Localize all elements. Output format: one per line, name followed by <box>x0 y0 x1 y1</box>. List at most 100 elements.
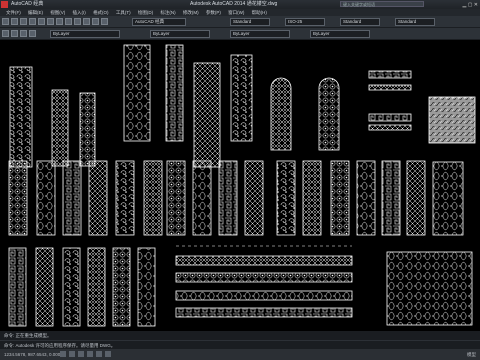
border-strip <box>368 70 412 79</box>
middle-panel <box>330 160 350 236</box>
middle-panel <box>192 160 212 236</box>
menu-edit[interactable]: 编辑(E) <box>28 10 43 15</box>
top-panel <box>123 44 151 142</box>
color-dropdown[interactable]: ByLayer <box>150 30 210 38</box>
autocad-window: AutoCAD 经典 Autodesk AutoCAD 2014 通花镂空.dw… <box>0 0 480 360</box>
middle-panel <box>218 160 238 236</box>
workspace-label[interactable]: AutoCAD 经典 <box>11 0 43 9</box>
search-input[interactable]: 键入关键字或短语 <box>340 1 424 7</box>
menu-draw[interactable]: 绘图(D) <box>138 10 153 15</box>
middle-panel <box>115 160 135 236</box>
bottom-panel <box>8 247 27 327</box>
open-icon[interactable] <box>11 18 18 25</box>
bottom-panel <box>35 247 54 327</box>
toolbar-icons <box>2 18 108 25</box>
layer-dropdown[interactable]: ByLayer <box>50 30 120 38</box>
bottom-panel <box>112 247 131 327</box>
drafting-toggles <box>60 351 111 357</box>
middle-panel <box>62 160 82 236</box>
frieze-strip <box>175 255 353 266</box>
status-bar: 1234.5678, 987.6543, 0.0000 模型 <box>0 349 480 360</box>
frieze-strip <box>175 290 353 301</box>
menu-file[interactable]: 文件(F) <box>6 10 21 15</box>
design-center-icon[interactable] <box>83 18 90 25</box>
mleader-style-dropdown[interactable]: Standard <box>395 18 435 26</box>
menu-tools[interactable]: 工具(T) <box>116 10 131 15</box>
menu-dimension[interactable]: 标注(N) <box>160 10 175 15</box>
middle-panel <box>166 160 186 236</box>
middle-panel <box>276 160 296 236</box>
middle-panel <box>143 160 163 236</box>
menu-parametric[interactable]: 参数(P) <box>206 10 221 15</box>
ortho-icon[interactable] <box>78 351 84 357</box>
lineweight-dropdown[interactable]: ByLayer <box>310 30 370 38</box>
layer-properties-icon[interactable] <box>2 30 9 37</box>
border-strip <box>368 84 412 91</box>
otrack-icon[interactable] <box>105 351 111 357</box>
properties-icon[interactable] <box>74 18 81 25</box>
bottom-panel <box>137 247 156 327</box>
new-icon[interactable] <box>2 18 9 25</box>
top-panel <box>79 92 96 167</box>
menu-format[interactable]: 格式(O) <box>93 10 109 15</box>
application-menu-button[interactable] <box>1 1 8 8</box>
command-history-line: 命令: 正在重生成模型。 <box>0 331 480 340</box>
top-panel <box>193 62 221 168</box>
border-strip <box>368 113 412 122</box>
window-title: Autodesk AutoCAD 2014 通花镂空.dwg <box>190 1 278 7</box>
layer-icons <box>2 30 36 37</box>
menu-view[interactable]: 视图(V) <box>50 10 65 15</box>
top-panel <box>9 66 33 168</box>
middle-panel <box>88 160 108 236</box>
top-panel <box>230 54 253 142</box>
pan-icon[interactable] <box>56 18 63 25</box>
redo-icon[interactable] <box>47 18 54 25</box>
layers-properties-toolbar: ByLayer ByLayer ByLayer ByLayer <box>0 28 480 40</box>
square-panel <box>428 96 476 144</box>
menu-help[interactable]: 帮助(H) <box>252 10 267 15</box>
bottom-panel <box>87 247 106 327</box>
middle-panel <box>8 160 28 236</box>
save-icon[interactable] <box>20 18 27 25</box>
drawing-area[interactable] <box>0 41 480 331</box>
middle-panel <box>356 160 376 236</box>
arched-panel <box>270 77 292 151</box>
linetype-dropdown[interactable]: ByLayer <box>230 30 290 38</box>
middle-panel <box>432 161 464 236</box>
tool-palette-icon[interactable] <box>92 18 99 25</box>
bulb-icon[interactable] <box>11 30 18 37</box>
frieze-strip <box>175 307 353 318</box>
carved-panels <box>8 44 476 327</box>
snap-icon[interactable] <box>60 351 66 357</box>
menu-insert[interactable]: 插入(I) <box>73 10 86 15</box>
cad-drawing <box>8 44 476 327</box>
help-icon[interactable] <box>101 18 108 25</box>
lock-icon[interactable] <box>29 30 36 37</box>
osnap-icon[interactable] <box>96 351 102 357</box>
command-line-input[interactable]: 命令: Autodesk 许可的应用程序保存。请尽量用 DWG。 <box>0 340 480 349</box>
cursor-coordinates: 1234.5678, 987.6543, 0.0000 <box>4 352 63 357</box>
middle-panel <box>36 160 56 236</box>
dim-style-dropdown[interactable]: ISO-25 <box>285 18 325 26</box>
sun-icon[interactable] <box>20 30 27 37</box>
menu-modify[interactable]: 修改(M) <box>183 10 199 15</box>
text-style-dropdown[interactable]: Standard <box>230 18 270 26</box>
framed-panel <box>386 251 473 326</box>
arched-panel <box>318 77 340 151</box>
standard-toolbar: AutoCAD 经典 Standard ISO-25 Standard Stan… <box>0 16 480 28</box>
zoom-icon[interactable] <box>65 18 72 25</box>
undo-icon[interactable] <box>38 18 45 25</box>
model-tab[interactable]: 模型 <box>467 349 476 360</box>
table-style-dropdown[interactable]: Standard <box>340 18 380 26</box>
grid-icon[interactable] <box>69 351 75 357</box>
polar-icon[interactable] <box>87 351 93 357</box>
top-panel <box>51 89 69 167</box>
workspace-dropdown[interactable]: AutoCAD 经典 <box>132 18 186 26</box>
middle-panel <box>381 160 401 236</box>
middle-panel <box>406 160 426 236</box>
title-bar: AutoCAD 经典 Autodesk AutoCAD 2014 通花镂空.dw… <box>0 0 480 9</box>
print-icon[interactable] <box>29 18 36 25</box>
menu-window[interactable]: 窗口(W) <box>228 10 244 15</box>
border-strip <box>368 124 412 131</box>
middle-panel <box>244 160 264 236</box>
